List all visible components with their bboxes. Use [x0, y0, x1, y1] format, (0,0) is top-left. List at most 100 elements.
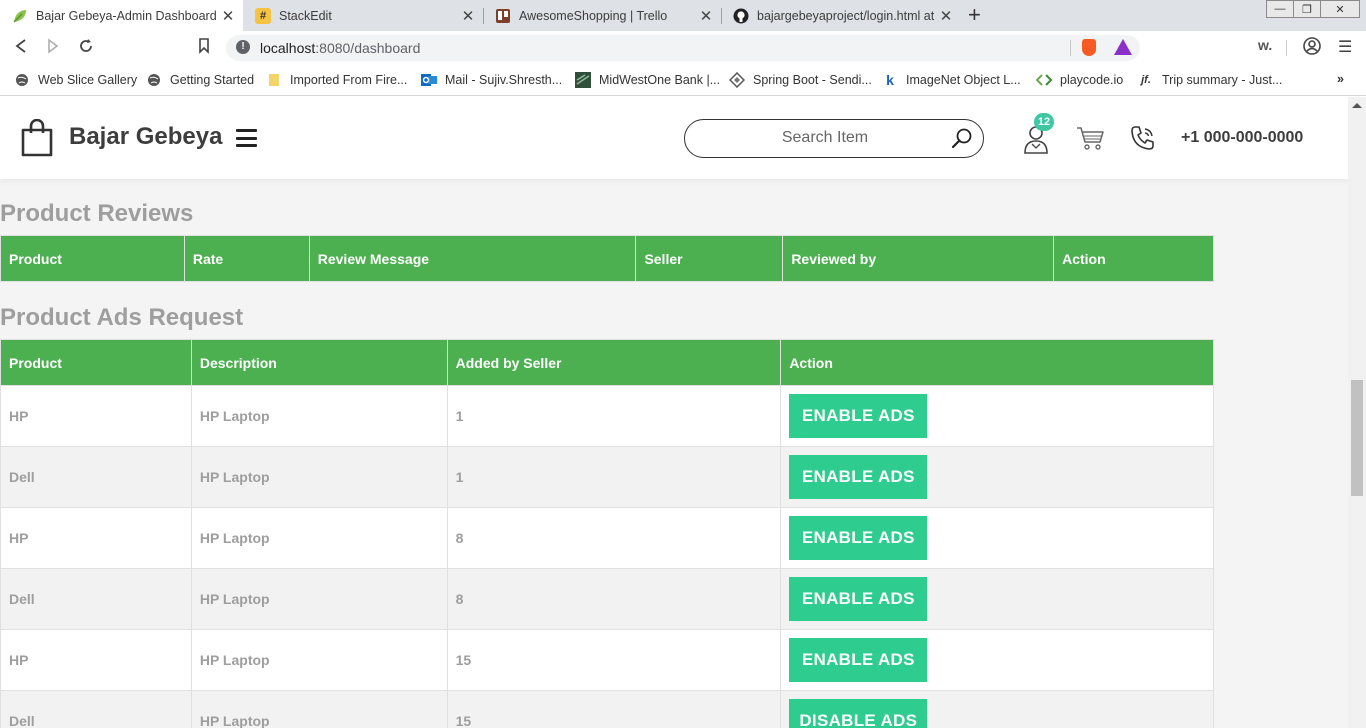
close-tab-icon[interactable]: ✕ — [937, 7, 955, 25]
tab-trello[interactable]: AwesomeShopping | Trello ✕ — [483, 0, 721, 31]
outlook-icon — [421, 72, 437, 88]
shopping-bag-icon — [21, 119, 53, 157]
address-toolbar: ! localhost:8080/dashboard w. ☰ — [0, 31, 1366, 64]
close-tab-icon[interactable]: ✕ — [697, 7, 715, 25]
cart-icon[interactable] — [1076, 125, 1104, 151]
forward-icon[interactable] — [46, 38, 60, 59]
phone-icon[interactable] — [1130, 125, 1156, 151]
menu-icon[interactable]: ☰ — [1338, 37, 1352, 57]
table-header-row: Product Rate Review Message Seller Revie… — [0, 235, 1214, 282]
hamburger-menu-icon[interactable] — [236, 129, 257, 147]
bookmark-playcode[interactable]: playcode.io — [1036, 72, 1123, 88]
folder-icon — [266, 72, 282, 88]
phone-number[interactable]: +1 000-000-0000 — [1181, 129, 1303, 147]
tab-admin-dashboard[interactable]: Bajar Gebeya-Admin Dashboard ✕ — [0, 0, 243, 31]
code-icon — [1036, 72, 1052, 88]
bookmark-label: Trip summary - Just... — [1162, 73, 1283, 87]
restore-icon[interactable]: ❐ — [1293, 0, 1321, 18]
reload-icon[interactable] — [78, 38, 94, 59]
trello-icon — [495, 8, 511, 24]
tab-title: Bajar Gebeya-Admin Dashboard — [36, 8, 217, 23]
bookmark-imagenet[interactable]: k ImageNet Object L... — [882, 72, 1021, 88]
table-row: HP HP Laptop 8 ENABLE ADS — [0, 507, 1214, 569]
cell-seller: 1 — [446, 385, 782, 447]
bookmark-midwestone[interactable]: MidWestOne Bank |... — [575, 72, 720, 88]
k-icon: k — [886, 72, 894, 88]
cell-description: HP Laptop — [190, 446, 448, 508]
cell-seller: 15 — [446, 690, 782, 728]
cell-product: Dell — [0, 690, 192, 728]
search-input[interactable] — [705, 128, 945, 148]
globe-icon — [14, 72, 30, 88]
back-icon[interactable] — [14, 38, 28, 59]
column-header: Review Message — [308, 235, 637, 282]
search-box — [684, 119, 984, 158]
bookmark-trip-summary[interactable]: jf. Trip summary - Just... — [1138, 72, 1282, 88]
cell-description: HP Laptop — [190, 507, 448, 569]
bookmark-label: Imported From Fire... — [290, 73, 408, 87]
bookmark-getting-started[interactable]: Getting Started — [146, 72, 254, 88]
cell-seller: 8 — [446, 507, 782, 569]
cell-description: HP Laptop — [190, 568, 448, 630]
profile-icon[interactable] — [1303, 37, 1321, 58]
tab-title: AwesomeShopping | Trello — [519, 8, 668, 23]
bookmark-label: MidWestOne Bank |... — [599, 73, 721, 87]
enable-ads-button[interactable]: ENABLE ADS — [789, 516, 928, 560]
brave-shield-icon[interactable] — [1082, 39, 1096, 56]
table-row: Dell HP Laptop 15 DISABLE ADS — [0, 690, 1214, 728]
url-host: localhost — [260, 40, 316, 56]
close-tab-icon[interactable]: ✕ — [459, 7, 477, 25]
column-header: Description — [190, 339, 448, 386]
cell-action: ENABLE ADS — [780, 507, 1214, 569]
cell-description: HP Laptop — [190, 629, 448, 691]
toolbar-divider — [1286, 40, 1287, 56]
w-extension-icon[interactable]: w. — [1258, 37, 1272, 53]
browser-tab-strip: Bajar Gebeya-Admin Dashboard ✕ # StackEd… — [0, 0, 1366, 31]
enable-ads-button[interactable]: ENABLE ADS — [789, 577, 928, 621]
disable-ads-button[interactable]: DISABLE ADS — [789, 699, 928, 728]
table-row: HP HP Laptop 15 ENABLE ADS — [0, 629, 1214, 691]
page-viewport: Bajar Gebeya 12 +1 000-000-0000 — [0, 97, 1348, 728]
bookmark-imported[interactable]: Imported From Fire... — [266, 72, 407, 88]
search-icon[interactable] — [951, 127, 973, 149]
bookmark-label: Web Slice Gallery — [38, 73, 138, 87]
tab-github[interactable]: bajargebeyaproject/login.html at d ✕ — [721, 0, 961, 31]
vertical-scrollbar[interactable] — [1348, 97, 1366, 728]
triangle-extension-icon[interactable] — [1114, 39, 1132, 55]
close-window-icon[interactable]: ✕ — [1320, 0, 1360, 18]
column-header: Action — [780, 339, 1214, 386]
cell-product: HP — [0, 507, 192, 569]
bookmark-web-slice-gallery[interactable]: Web Slice Gallery — [14, 72, 137, 88]
table-row: Dell HP Laptop 1 ENABLE ADS — [0, 446, 1214, 508]
enable-ads-button[interactable]: ENABLE ADS — [789, 394, 928, 438]
product-ads-table: Product Description Added by Seller Acti… — [0, 339, 1214, 728]
bookmarks-overflow-icon[interactable]: » — [1337, 72, 1344, 86]
cell-seller: 1 — [446, 446, 782, 508]
site-header: Bajar Gebeya 12 +1 000-000-0000 — [0, 97, 1348, 179]
bookmark-label: playcode.io — [1060, 73, 1124, 87]
notification-badge: 12 — [1034, 113, 1054, 131]
bookmark-icon[interactable] — [198, 38, 210, 59]
jf-icon: jf. — [1141, 74, 1151, 86]
bookmark-spring-boot[interactable]: Spring Boot - Sendi... — [729, 72, 872, 88]
scroll-up-arrow-icon[interactable] — [1352, 103, 1362, 108]
enable-ads-button[interactable]: ENABLE ADS — [789, 638, 928, 682]
bookmarks-bar: Web Slice Gallery Getting Started Import… — [0, 64, 1366, 96]
new-tab-button[interactable]: + — [968, 3, 981, 27]
close-tab-icon[interactable]: ✕ — [219, 7, 237, 25]
bookmark-mail[interactable]: Mail - Sujiv.Shresth... — [421, 72, 562, 88]
enable-ads-button[interactable]: ENABLE ADS — [789, 455, 928, 499]
column-header: Added by Seller — [446, 339, 782, 386]
cell-action: ENABLE ADS — [780, 629, 1214, 691]
cell-description: HP Laptop — [190, 690, 448, 728]
cell-action: ENABLE ADS — [780, 446, 1214, 508]
info-icon[interactable]: ! — [236, 40, 250, 54]
brand-name[interactable]: Bajar Gebeya — [69, 123, 222, 151]
minimize-icon[interactable]: — — [1266, 0, 1294, 18]
tab-stackedit[interactable]: # StackEdit ✕ — [243, 0, 483, 31]
url-bar[interactable]: ! localhost:8080/dashboard — [226, 35, 1140, 61]
scrollbar-thumb[interactable] — [1351, 380, 1363, 496]
column-header: Rate — [183, 235, 310, 282]
github-icon — [733, 8, 749, 24]
product-reviews-title: Product Reviews — [0, 200, 194, 227]
